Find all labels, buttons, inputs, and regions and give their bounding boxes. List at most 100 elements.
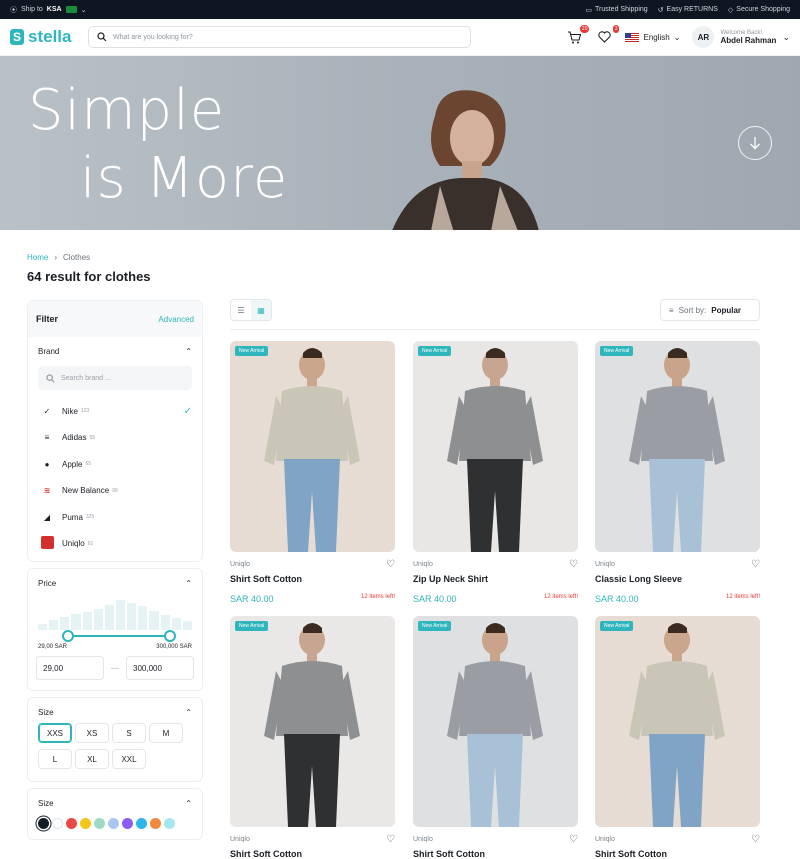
brand-option-new-balance[interactable]: ≋ New Balance 99 xyxy=(28,478,202,505)
heart-icon[interactable]: ♡ xyxy=(751,559,760,570)
product-image[interactable]: New Arrival xyxy=(413,341,578,552)
brand-option-adidas[interactable]: ≡ Adidas 55 xyxy=(28,425,202,452)
new-balance-logo-icon: ≋ xyxy=(43,486,51,496)
product-image[interactable]: New Arrival xyxy=(413,616,578,827)
brand-option-uniqlo[interactable]: Uniqlo 61 xyxy=(28,531,202,558)
checkmark-icon: ✓ xyxy=(183,405,192,417)
product-name[interactable]: Shirt Soft Cotton xyxy=(595,849,760,859)
scroll-down-button[interactable] xyxy=(738,126,772,160)
size-option-xl[interactable]: XL xyxy=(75,749,109,769)
product-brand: Uniqlo xyxy=(595,836,615,843)
breadcrumb-home[interactable]: Home xyxy=(27,253,48,262)
brand-option-puma[interactable]: ◢ Puma 325 xyxy=(28,504,202,531)
sort-dropdown[interactable]: ≡ Sort by: Popular xyxy=(660,299,760,321)
color-swatch[interactable] xyxy=(80,818,91,829)
product-image[interactable]: New Arrival xyxy=(595,616,760,827)
chevron-down-icon: ⌄ xyxy=(673,32,681,42)
color-swatch[interactable] xyxy=(52,818,63,829)
product-card[interactable]: New Arrival Uniqlo ♡ Shirt Soft Cotton xyxy=(230,616,395,859)
size-option-xxl[interactable]: XXL xyxy=(112,749,146,769)
price-max-input[interactable]: 300,000 xyxy=(126,656,194,680)
wishlist-button[interactable]: 3 xyxy=(595,25,620,46)
secure-shopping-label: Secure Shopping xyxy=(736,6,790,13)
price-max-handle[interactable] xyxy=(164,630,176,642)
grid-view-icon: ▦ xyxy=(257,305,265,315)
logo-text: stella xyxy=(28,27,72,46)
product-brand: Uniqlo xyxy=(413,561,433,568)
color-swatch[interactable] xyxy=(108,818,119,829)
model-figure xyxy=(447,623,543,827)
price-range-slider[interactable] xyxy=(38,630,192,642)
color-swatch[interactable] xyxy=(164,818,175,829)
product-card[interactable]: New Arrival Uniqlo ♡ Zip Up Neck Shirt SAR 4… xyxy=(413,341,578,604)
product-card[interactable]: New Arrival Uniqlo ♡ Shirt Soft Cotton SAR 4… xyxy=(230,341,395,604)
product-price: SAR 40.00 xyxy=(230,594,274,604)
wishlist-count-badge: 3 xyxy=(612,25,620,33)
color-section-header[interactable]: Size ⌃ xyxy=(28,789,202,814)
hero-line-2: is More xyxy=(80,146,289,211)
product-name[interactable]: Shirt Soft Cotton xyxy=(230,849,395,859)
product-card[interactable]: New Arrival Uniqlo ♡ Shirt Soft Cotton xyxy=(413,616,578,859)
heart-icon[interactable]: ♡ xyxy=(569,834,578,845)
product-image[interactable]: New Arrival xyxy=(230,341,395,552)
product-card[interactable]: New Arrival Uniqlo ♡ Classic Long Sleeve SAR… xyxy=(595,341,760,604)
advanced-filter-link[interactable]: Advanced xyxy=(158,315,194,324)
page-title: 64 result for clothes xyxy=(27,269,151,284)
brand-filter-card: Filter Advanced Brand ⌃ Search brand ...… xyxy=(27,300,203,562)
brand-option-apple[interactable]: ● Apple 65 xyxy=(28,451,202,478)
size-option-l[interactable]: L xyxy=(38,749,72,769)
heart-icon[interactable]: ♡ xyxy=(751,834,760,845)
model-figure xyxy=(629,623,725,827)
breadcrumb-current: Clothes xyxy=(63,253,91,262)
ship-to-selector[interactable]: ⦿ Ship to KSA ⌄ xyxy=(10,5,86,15)
search-input[interactable]: What are you looking for? xyxy=(88,26,471,48)
color-swatch[interactable] xyxy=(150,818,161,829)
size-option-xs[interactable]: XS xyxy=(75,723,109,743)
apple-logo-icon: ● xyxy=(44,459,50,469)
color-swatch[interactable] xyxy=(122,818,133,829)
product-card[interactable]: New Arrival Uniqlo ♡ Shirt Soft Cotton xyxy=(595,616,760,859)
product-name[interactable]: Classic Long Sleeve xyxy=(595,574,760,584)
product-name[interactable]: Shirt Soft Cotton xyxy=(413,849,578,859)
price-min-handle[interactable] xyxy=(62,630,74,642)
product-image[interactable]: New Arrival xyxy=(230,616,395,827)
logo[interactable]: S stella xyxy=(10,27,88,47)
product-image[interactable]: New Arrival xyxy=(595,341,760,552)
search-placeholder: What are you looking for? xyxy=(113,33,193,41)
heart-icon[interactable]: ♡ xyxy=(386,559,395,570)
size-option-s[interactable]: S xyxy=(112,723,146,743)
cart-button[interactable]: 20 xyxy=(565,25,590,46)
size-option-xxs[interactable]: XXS xyxy=(38,723,72,743)
filter-sidebar: Filter Advanced Brand ⌃ Search brand ...… xyxy=(27,300,203,846)
size-section-header[interactable]: Size ⌃ xyxy=(28,698,202,723)
color-swatch[interactable] xyxy=(136,818,147,829)
price-min-input[interactable]: 29,00 xyxy=(36,656,104,680)
trusted-shipping: ▭ Trusted Shipping xyxy=(585,6,647,14)
user-menu[interactable]: AR Welcome Back! Abdel Rahman ⌄ xyxy=(692,26,790,48)
filter-title: Filter xyxy=(36,314,59,324)
shield-icon: ◇ xyxy=(727,6,734,14)
top-bar: ⦿ Ship to KSA ⌄ ▭ Trusted Shipping ↺ Easy … xyxy=(0,0,800,19)
price-section-header[interactable]: Price ⌃ xyxy=(28,569,202,594)
language-selector[interactable]: English ⌄ xyxy=(625,32,681,42)
heart-icon xyxy=(598,31,611,43)
color-swatch[interactable] xyxy=(66,818,77,829)
product-name[interactable]: Shirt Soft Cotton xyxy=(230,574,395,584)
color-swatch[interactable] xyxy=(94,818,105,829)
adidas-logo-icon: ≡ xyxy=(44,433,50,443)
heart-icon[interactable]: ♡ xyxy=(569,559,578,570)
color-swatch[interactable] xyxy=(38,818,49,829)
nike-logo-icon: ✓ xyxy=(43,406,51,416)
heart-icon[interactable]: ♡ xyxy=(386,834,395,845)
grid-view-button[interactable]: ▦ xyxy=(251,300,271,320)
list-view-button[interactable]: ☰ xyxy=(231,300,251,320)
size-option-m[interactable]: M xyxy=(149,723,183,743)
brand-name: Uniqlo xyxy=(62,539,85,549)
product-name[interactable]: Zip Up Neck Shirt xyxy=(413,574,578,584)
brand-section-header[interactable]: Brand ⌃ xyxy=(28,337,202,362)
model-figure xyxy=(629,348,725,552)
cart-icon xyxy=(568,30,582,43)
brand-search-input[interactable]: Search brand ... xyxy=(38,366,192,390)
brand-option-nike[interactable]: ✓ Nike 123 ✓ xyxy=(28,398,202,425)
new-arrival-badge: New Arrival xyxy=(418,621,452,631)
